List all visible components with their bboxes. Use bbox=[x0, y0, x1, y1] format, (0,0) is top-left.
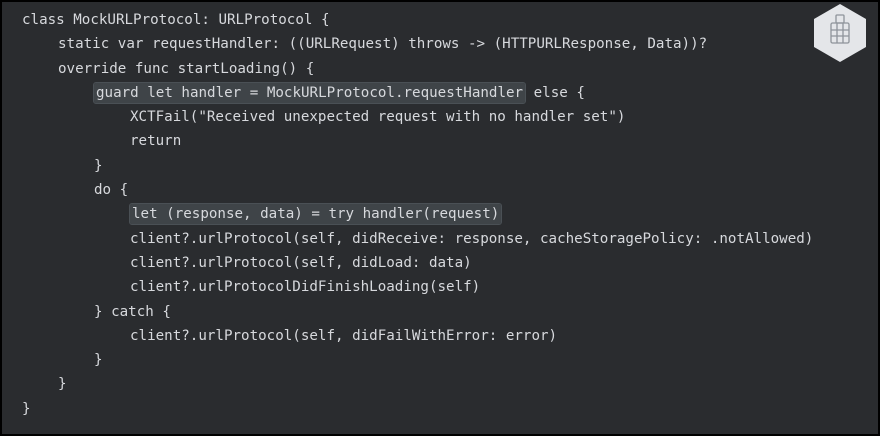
code-line-2: static var requestHandler: ((URLRequest)… bbox=[58, 36, 708, 53]
code-line-10: client?.urlProtocol(self, didReceive: re… bbox=[130, 230, 814, 247]
building-grid-icon bbox=[812, 2, 868, 64]
code-line-1: class MockURLProtocol: URLProtocol { bbox=[22, 12, 330, 28]
guard-tail: else { bbox=[525, 84, 585, 101]
code-line-15: } bbox=[94, 352, 103, 369]
guard-highlight: guard let handler = MockURLProtocol.requ… bbox=[92, 81, 527, 104]
code-line-13: } catch { bbox=[94, 303, 171, 320]
code-line-6: return bbox=[130, 133, 182, 150]
code-line-17: } bbox=[22, 400, 31, 417]
code-line-16: } bbox=[58, 376, 67, 393]
code-line-3: override func startLoading() { bbox=[58, 60, 315, 77]
code-snippet-panel: class MockURLProtocol: URLProtocol { sta… bbox=[2, 2, 878, 434]
code-line-9: let (response, data) = try handler(reque… bbox=[22, 202, 813, 226]
code-line-11: client?.urlProtocol(self, didLoad: data) bbox=[130, 254, 472, 271]
code-line-7: } bbox=[94, 157, 103, 174]
code-block: class MockURLProtocol: URLProtocol { sta… bbox=[22, 8, 813, 421]
code-line-12: client?.urlProtocolDidFinishLoading(self… bbox=[130, 279, 481, 296]
code-line-4: guard let handler = MockURLProtocol.requ… bbox=[22, 81, 813, 105]
let-highlight: let (response, data) = try handler(reque… bbox=[128, 203, 503, 226]
code-line-5: XCTFail("Received unexpected request wit… bbox=[130, 109, 626, 126]
code-line-8: do { bbox=[94, 182, 129, 199]
code-line-14: client?.urlProtocol(self, didFailWithErr… bbox=[130, 327, 558, 344]
